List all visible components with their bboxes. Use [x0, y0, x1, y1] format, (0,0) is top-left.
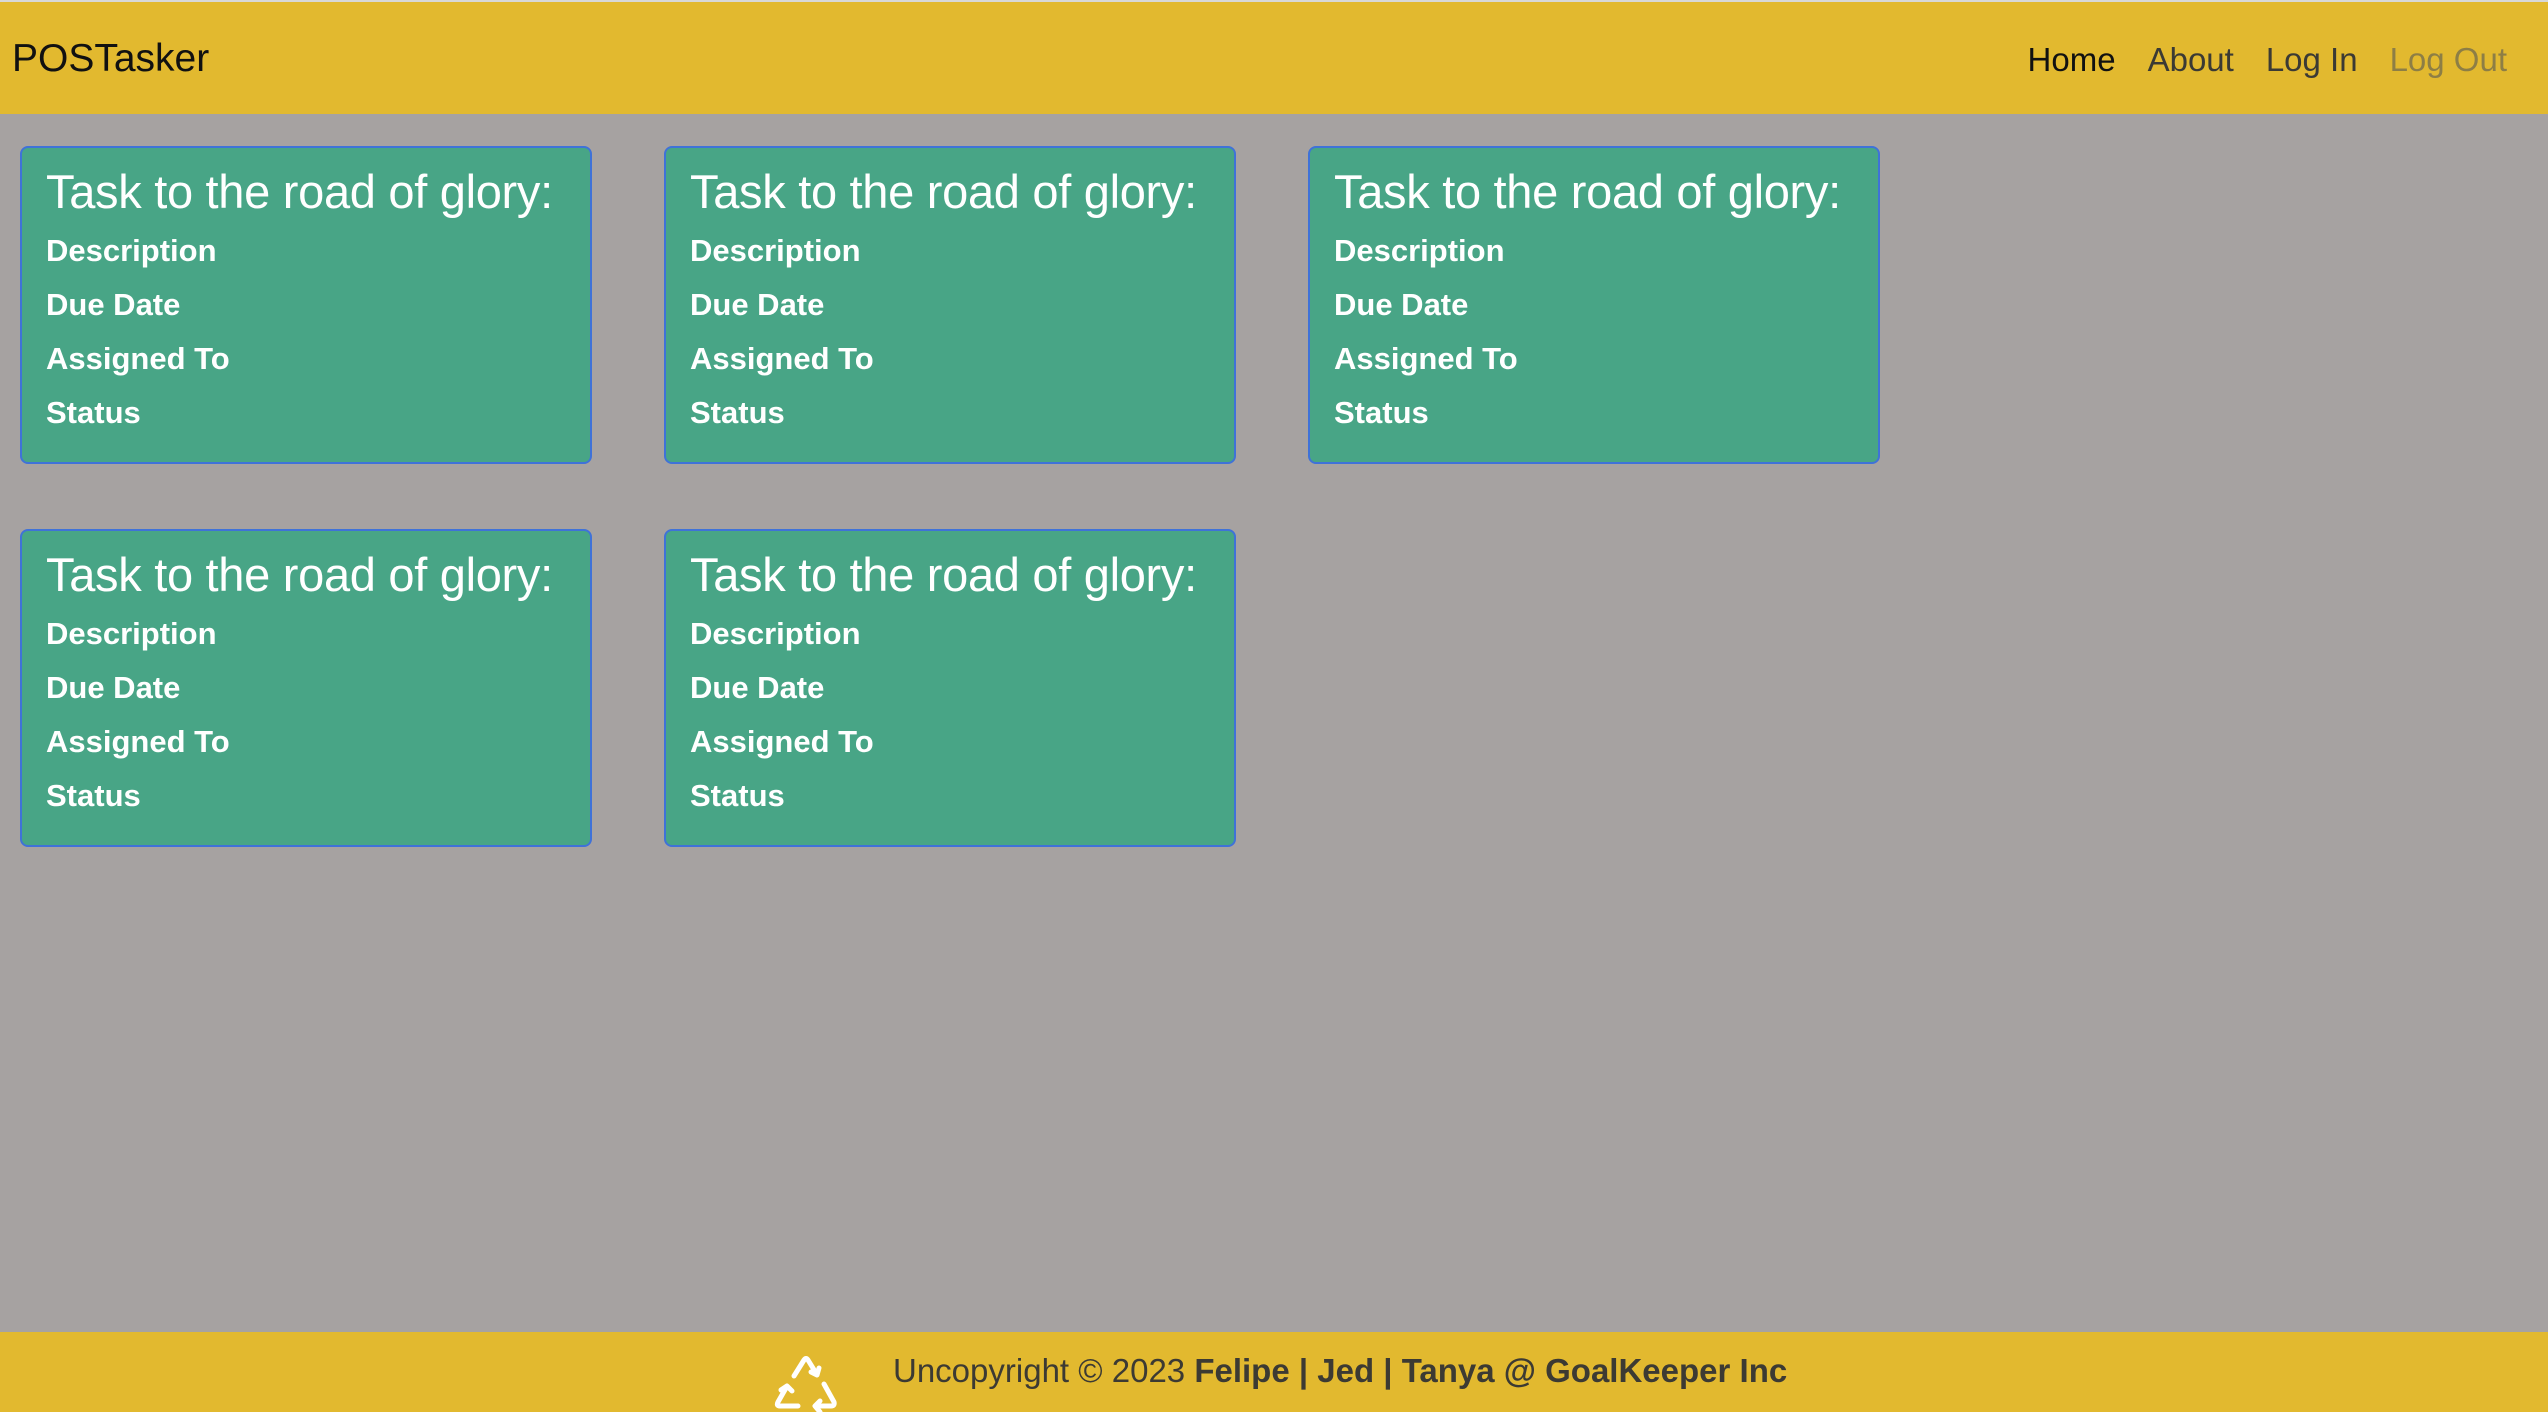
- task-status: Status: [46, 778, 141, 813]
- task-due-date: Due Date: [1334, 287, 1469, 322]
- task-assigned-to: Assigned To: [690, 341, 874, 376]
- task-description: Description: [1334, 233, 1505, 268]
- task-due-date: Due Date: [46, 670, 181, 705]
- nav-links: Home About Log In Log Out: [2028, 39, 2507, 81]
- task-status: Status: [46, 395, 141, 430]
- task-due-date: Due Date: [46, 287, 181, 322]
- task-title: Task to the road of glory:: [1334, 165, 1841, 218]
- task-title: Task to the road of glory:: [46, 165, 553, 218]
- footer: Uncopyright © 2023 Felipe | Jed | Tanya …: [0, 1332, 2548, 1412]
- task-due-date: Due Date: [690, 670, 825, 705]
- copyright-prefix: Uncopyright © 2023: [893, 1352, 1186, 1389]
- task-status: Status: [1334, 395, 1429, 430]
- task-assigned-to: Assigned To: [46, 341, 230, 376]
- task-card[interactable]: Task to the road of glory: Description D…: [1308, 146, 1880, 464]
- task-card[interactable]: Task to the road of glory: Description D…: [20, 529, 592, 847]
- nav-login-link[interactable]: Log In: [2266, 39, 2358, 81]
- task-status: Status: [690, 778, 785, 813]
- brand-logo[interactable]: POSTasker: [12, 36, 209, 82]
- task-card[interactable]: Task to the road of glory: Description D…: [664, 146, 1236, 464]
- task-assigned-to: Assigned To: [46, 724, 230, 759]
- task-title: Task to the road of glory:: [46, 548, 553, 601]
- task-due-date: Due Date: [690, 287, 825, 322]
- task-title: Task to the road of glory:: [690, 548, 1197, 601]
- task-description: Description: [46, 233, 217, 268]
- task-card[interactable]: Task to the road of glory: Description D…: [664, 529, 1236, 847]
- task-description: Description: [690, 233, 861, 268]
- nav-home-link[interactable]: Home: [2028, 39, 2116, 81]
- task-title: Task to the road of glory:: [690, 165, 1197, 218]
- task-description: Description: [690, 616, 861, 651]
- task-card[interactable]: Task to the road of glory: Description D…: [20, 146, 592, 464]
- nav-logout-link[interactable]: Log Out: [2390, 39, 2507, 81]
- task-assigned-to: Assigned To: [690, 724, 874, 759]
- footer-copyright: Uncopyright © 2023 Felipe | Jed | Tanya …: [893, 1350, 1787, 1392]
- task-description: Description: [46, 616, 217, 651]
- task-status: Status: [690, 395, 785, 430]
- navbar: POSTasker Home About Log In Log Out: [0, 0, 2548, 114]
- nav-about-link[interactable]: About: [2148, 39, 2234, 81]
- task-assigned-to: Assigned To: [1334, 341, 1518, 376]
- recycle-icon: [774, 1356, 837, 1412]
- footer-authors: Felipe | Jed | Tanya @ GoalKeeper Inc: [1194, 1352, 1788, 1389]
